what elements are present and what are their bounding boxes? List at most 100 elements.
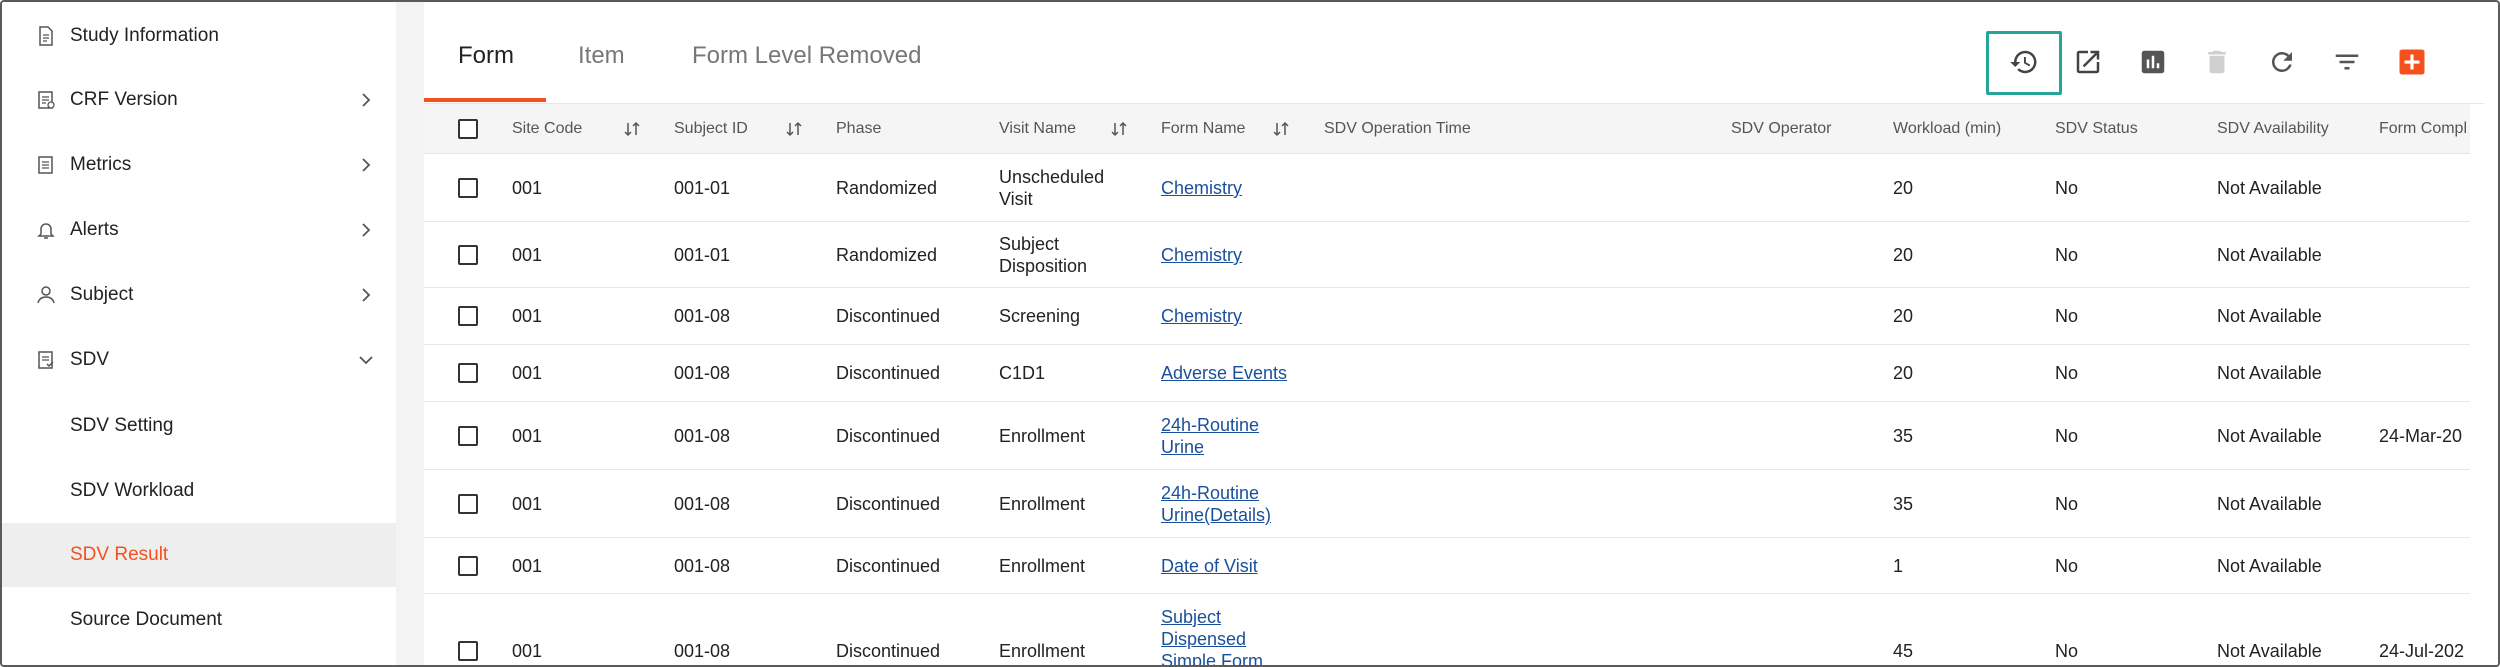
column-header-sdv-status[interactable]: SDV Status	[2055, 104, 2138, 154]
sidebar-subitem-sdv-setting[interactable]: SDV Setting	[2, 394, 396, 458]
column-header-form-name[interactable]: Form Name	[1161, 104, 1245, 154]
app-window: Study Information CRF Version Metrics Al…	[0, 0, 2500, 667]
cell-workload: 35	[1893, 426, 1914, 446]
open-external-button[interactable]	[2070, 44, 2106, 80]
filter-icon	[2335, 54, 2359, 70]
column-header-subject-id[interactable]: Subject ID	[674, 104, 748, 154]
cell-visit-name: C1D1	[999, 363, 1046, 383]
table-row[interactable]: 001 001-08 Discontinued Enrollment Date …	[424, 538, 2470, 594]
sidebar-item-alerts[interactable]: Alerts	[2, 200, 396, 260]
cell-visit-name: Unscheduled Visit	[999, 167, 1105, 209]
tab-form-level-removed[interactable]: Form Level Removed	[692, 42, 921, 70]
sort-icon[interactable]	[1272, 120, 1290, 138]
bar-chart-button[interactable]	[2135, 44, 2171, 80]
cell-workload: 45	[1893, 641, 1914, 661]
sort-icon[interactable]	[623, 120, 641, 138]
cell-subject-id: 001-08	[674, 306, 731, 326]
row-checkbox[interactable]	[458, 641, 478, 661]
tab-item[interactable]: Item	[578, 42, 625, 70]
column-header-sdv-operation-time[interactable]: SDV Operation Time	[1324, 104, 1471, 154]
cell-phase: Discontinued	[836, 363, 941, 383]
row-checkbox[interactable]	[458, 363, 478, 383]
sidebar-subitem-sdv-result[interactable]: SDV Result	[2, 523, 396, 587]
cell-form-name-link[interactable]: Date of Visit	[1161, 555, 1258, 577]
cell-sdv-availability: Not Available	[2217, 426, 2322, 446]
cell-sdv-availability: Not Available	[2217, 556, 2322, 576]
filter-button[interactable]	[2329, 44, 2365, 80]
sidebar-item-study-information[interactable]: Study Information	[2, 6, 396, 66]
table-row[interactable]: 001 001-08 Discontinued Screening Chemis…	[424, 288, 2470, 345]
cell-sdv-status: No	[2055, 426, 2079, 446]
cell-subject-id: 001-08	[674, 641, 731, 661]
column-header-form-completion[interactable]: Form Compl	[2379, 104, 2467, 154]
person-icon	[37, 286, 55, 304]
cell-form-name-link[interactable]: 24h-Routine Urine	[1161, 414, 1281, 458]
row-checkbox[interactable]	[458, 556, 478, 576]
sidebar-subitem-sdv-workload[interactable]: SDV Workload	[2, 459, 396, 523]
main-panel: Form Item Form Level Removed Site Code S…	[424, 20, 2498, 665]
table-row[interactable]: 001 001-08 Discontinued Enrollment Subje…	[424, 594, 2470, 665]
table-row[interactable]: 001 001-01 Randomized Subject Dispositio…	[424, 222, 2470, 288]
cell-form-completion: 24-Mar-20	[2379, 426, 2463, 446]
cell-phase: Randomized	[836, 245, 938, 265]
column-header-sdv-availability[interactable]: SDV Availability	[2217, 104, 2329, 154]
cell-sdv-status: No	[2055, 641, 2079, 661]
delete-button[interactable]	[2199, 44, 2235, 80]
refresh-icon	[2271, 51, 2292, 72]
table-row[interactable]: 001 001-08 Discontinued Enrollment 24h-R…	[424, 402, 2470, 470]
sidebar-item-metrics[interactable]: Metrics	[2, 135, 396, 195]
sidebar-item-sdv[interactable]: SDV	[2, 330, 396, 390]
cell-visit-name: Screening	[999, 306, 1081, 326]
row-checkbox[interactable]	[458, 426, 478, 446]
row-checkbox[interactable]	[458, 306, 478, 326]
chevron-right-icon	[362, 288, 371, 302]
table-row[interactable]: 001 001-08 Discontinued Enrollment 24h-R…	[424, 470, 2470, 538]
sidebar-item-label: SDV	[70, 349, 110, 370]
column-header-workload[interactable]: Workload (min)	[1893, 104, 2001, 154]
bar-chart-icon	[2141, 50, 2165, 74]
column-header-site-code[interactable]: Site Code	[512, 104, 582, 154]
cell-visit-name: Enrollment	[999, 426, 1086, 446]
table-row[interactable]: 001 001-08 Discontinued C1D1 Adverse Eve…	[424, 345, 2470, 402]
sidebar-item-subject[interactable]: Subject	[2, 265, 396, 325]
cell-form-name-link[interactable]: Chemistry	[1161, 244, 1242, 266]
cell-form-name-link[interactable]: Chemistry	[1161, 305, 1242, 327]
history-button[interactable]	[2006, 44, 2042, 80]
cell-form-name-link[interactable]: Chemistry	[1161, 177, 1242, 199]
add-icon	[2399, 49, 2425, 75]
tab-form[interactable]: Form	[458, 42, 514, 70]
history-icon	[2010, 50, 2037, 74]
cell-subject-id: 001-08	[674, 363, 731, 383]
delete-icon	[2208, 50, 2226, 74]
sidebar-item-crf-version[interactable]: CRF Version	[2, 70, 396, 130]
cell-site-code: 001	[512, 245, 543, 265]
cell-workload: 20	[1893, 306, 1914, 326]
chevron-down-icon	[359, 356, 373, 365]
cell-form-name-link[interactable]: Subject Dispensed Simple Form	[1161, 606, 1271, 665]
row-checkbox[interactable]	[458, 494, 478, 514]
row-checkbox[interactable]	[458, 245, 478, 265]
sidebar-subitem-source-document[interactable]: Source Document	[2, 588, 396, 652]
table-row[interactable]: 001 001-01 Randomized Unscheduled Visit …	[424, 154, 2470, 222]
cell-sdv-status: No	[2055, 556, 2079, 576]
sort-icon[interactable]	[1110, 120, 1128, 138]
cell-sdv-availability: Not Available	[2217, 178, 2322, 198]
sort-icon[interactable]	[785, 120, 803, 138]
sidebar-subitem-label: SDV Workload	[70, 480, 195, 501]
cell-site-code: 001	[512, 641, 543, 661]
content-gutter	[396, 2, 424, 665]
cell-form-name-link[interactable]: 24h-Routine Urine(Details)	[1161, 482, 1281, 526]
sidebar-item-label: Study Information	[70, 25, 219, 46]
checklist-icon	[38, 351, 54, 369]
cell-form-name-link[interactable]: Adverse Events	[1161, 362, 1287, 384]
cell-form-completion: 24-Jul-202	[2379, 641, 2465, 661]
column-header-sdv-operator[interactable]: SDV Operator	[1731, 104, 1831, 154]
row-checkbox[interactable]	[458, 178, 478, 198]
column-header-visit-name[interactable]: Visit Name	[999, 104, 1076, 154]
column-header-phase[interactable]: Phase	[836, 104, 881, 154]
open-external-icon	[2076, 50, 2100, 74]
select-all-checkbox[interactable]	[458, 119, 478, 139]
cell-sdv-availability: Not Available	[2217, 306, 2322, 326]
refresh-button[interactable]	[2264, 44, 2300, 80]
add-button[interactable]	[2394, 44, 2430, 80]
